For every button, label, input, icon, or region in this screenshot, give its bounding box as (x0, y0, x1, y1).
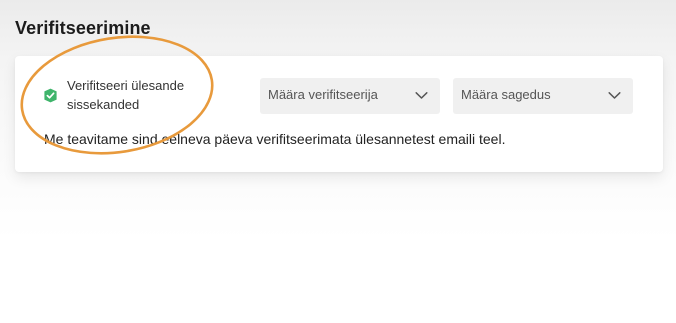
verify-entries-checkbox[interactable]: Verifitseeri ülesande sissekanded (43, 75, 203, 115)
verifier-select-placeholder: Määra verifitseerija (268, 87, 378, 102)
frequency-select[interactable]: Määra sagedus (453, 78, 633, 114)
chevron-down-icon (415, 92, 428, 99)
frequency-select-placeholder: Määra sagedus (461, 87, 551, 102)
notification-info-text: Me teavitame sind eelneva päeva verifits… (44, 131, 506, 147)
verifier-select[interactable]: Määra verifitseerija (260, 78, 440, 114)
chevron-down-icon (608, 92, 621, 99)
section-title: Verifitseerimine (15, 18, 151, 38)
check-badge-icon (44, 88, 57, 103)
verify-entries-label: Verifitseeri ülesande sissekanded (67, 78, 185, 112)
verification-card: Verifitseeri ülesande sissekanded Määra … (15, 56, 663, 172)
